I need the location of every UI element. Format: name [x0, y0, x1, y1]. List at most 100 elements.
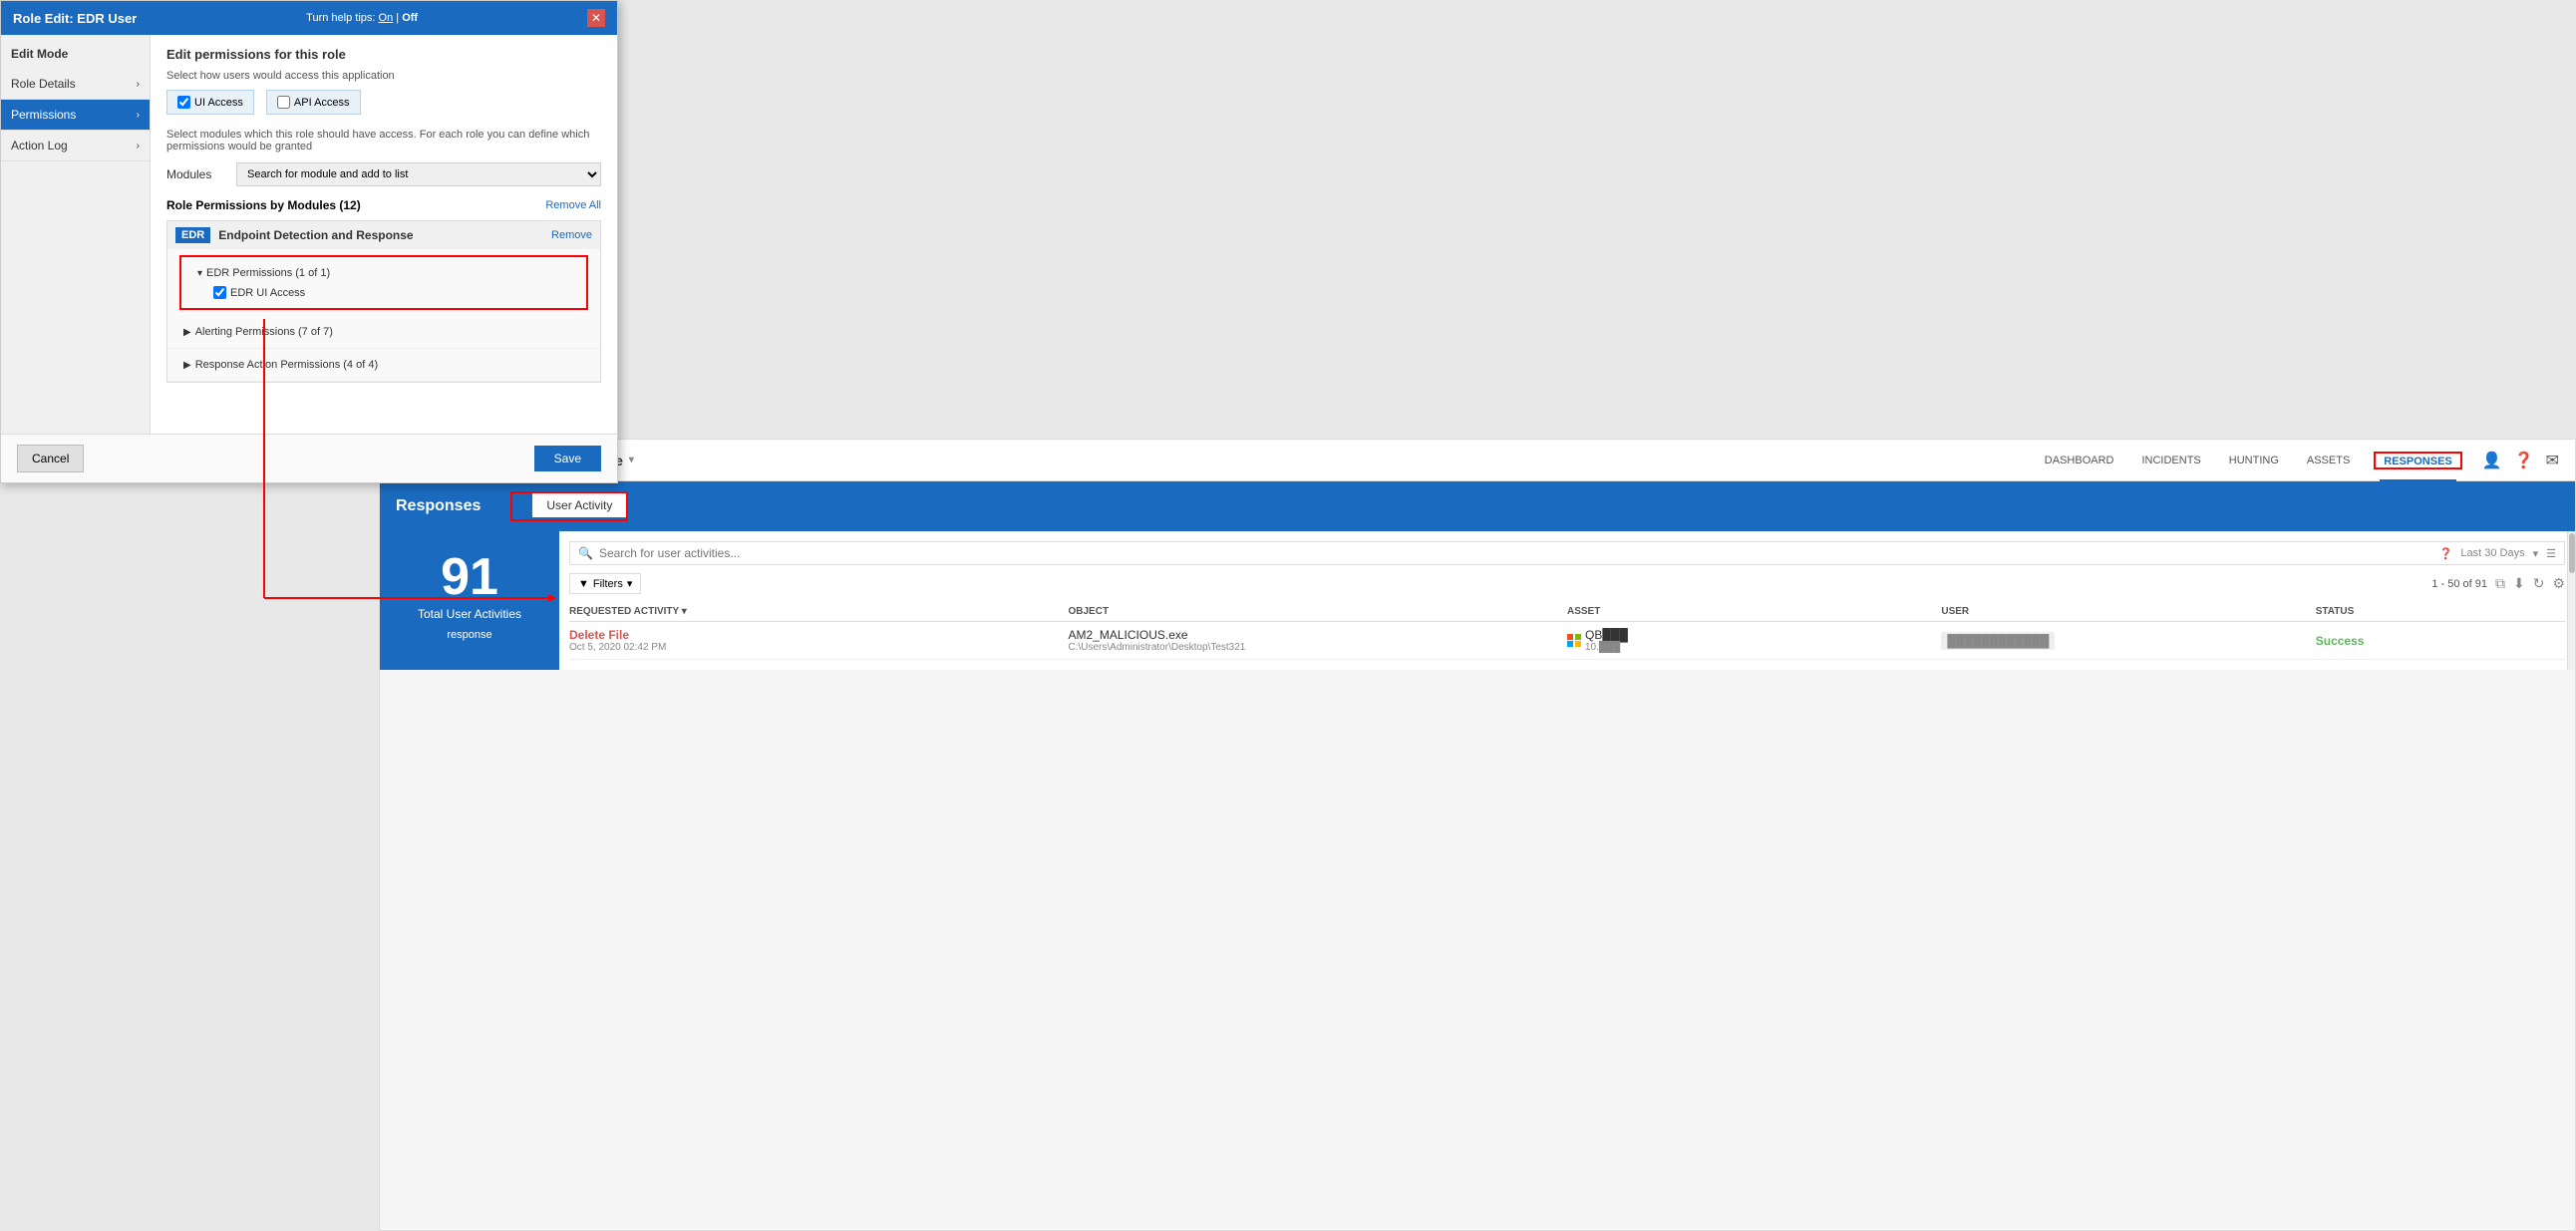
table-row: Delete File Oct 5, 2020 02:42 PM AM2_MAL…	[569, 622, 2565, 660]
brand-dropdown-icon[interactable]: ▾	[629, 455, 634, 465]
search-input[interactable]	[599, 546, 2439, 560]
download-icon[interactable]: ⬇	[2513, 575, 2525, 592]
response-group-header[interactable]: ▶ Response Action Permissions (4 of 4)	[183, 355, 584, 375]
edr-table-header: REQUESTED ACTIVITY ▾ OBJECT ASSET USER S…	[569, 602, 2565, 622]
edr-nav-tabs: DASHBOARD INCIDENTS HUNTING ASSETS RESPO…	[2041, 443, 2462, 478]
settings-icon[interactable]: ⚙	[2552, 575, 2565, 592]
help-icon[interactable]: ❓	[2514, 451, 2534, 470]
activity-date: Oct 5, 2020 02:42 PM	[569, 642, 1069, 653]
modal-content: Edit permissions for this role Select ho…	[151, 35, 617, 434]
role-edit-modal: Role Edit: EDR User Turn help tips: On |…	[0, 0, 618, 483]
total-activities-label: Total User Activities	[418, 607, 521, 621]
last-days-dropdown[interactable]: ▾	[2533, 547, 2539, 560]
chevron-right-icon: ›	[137, 110, 140, 121]
sidebar-item-permissions[interactable]: Permissions ›	[1, 100, 150, 131]
remove-module-button[interactable]: Remove	[551, 229, 592, 241]
role-permissions-label: Role Permissions by Modules (12)	[166, 198, 361, 212]
pagination-controls: 1 - 50 of 91 ⧉ ⬇ ↻ ⚙	[2431, 575, 2565, 592]
scrollbar-thumb[interactable]	[2569, 533, 2575, 573]
responses-tab-highlight: RESPONSES	[2374, 452, 2461, 469]
object-path: C:\Users\Administrator\Desktop\Test321	[1069, 642, 1568, 653]
modules-select[interactable]: Search for module and add to list	[236, 162, 601, 186]
access-options: UI Access API Access	[166, 90, 601, 115]
chevron-right-icon: ›	[137, 79, 140, 90]
edr-ui-access-item: EDR UI Access	[197, 283, 570, 302]
tab-hunting[interactable]: HUNTING	[2225, 443, 2283, 478]
sidebar-item-action-log[interactable]: Action Log ›	[1, 131, 150, 161]
role-permissions-header: Role Permissions by Modules (12) Remove …	[166, 198, 601, 212]
sidebar-item-role-details[interactable]: Role Details ›	[1, 69, 150, 100]
user-activity-tab-wrapper: User Activity	[510, 491, 628, 521]
status-value: Success	[2316, 634, 2365, 648]
close-modal-button[interactable]: ✕	[587, 9, 605, 27]
user-cell: ████████████	[1941, 634, 2315, 648]
edr-filters-row: ▼ Filters ▾ 1 - 50 of 91 ⧉ ⬇ ↻ ⚙	[569, 573, 2565, 594]
edit-mode-label: Edit Mode	[1, 35, 150, 69]
mail-icon[interactable]: ✉	[2546, 451, 2559, 470]
modules-sub-label: Select modules which this role should ha…	[166, 129, 601, 153]
edr-left-panel: 91 Total User Activities response	[380, 531, 559, 670]
tab-dashboard[interactable]: DASHBOARD	[2041, 443, 2118, 478]
refresh-icon[interactable]: ↻	[2533, 575, 2545, 592]
modal-sidebar: Edit Mode Role Details › Permissions › A…	[1, 35, 151, 434]
save-button[interactable]: Save	[534, 446, 601, 471]
total-activities-number: 91	[441, 551, 498, 603]
user-icon[interactable]: 👤	[2482, 451, 2502, 470]
edr-permissions-highlight-box: ▾ EDR Permissions (1 of 1) EDR UI Access	[179, 255, 588, 310]
expand-icon: ▾	[197, 268, 202, 279]
help-icon[interactable]: ❓	[2439, 547, 2453, 560]
api-access-checkbox[interactable]	[277, 96, 290, 109]
edr-search-bar: 🔍 ❓ Last 30 Days ▾ ☰	[569, 541, 2565, 565]
modal-body: Edit Mode Role Details › Permissions › A…	[1, 35, 617, 434]
api-access-option[interactable]: API Access	[266, 90, 361, 115]
help-tips-text: Turn help tips: On | Off	[306, 12, 418, 24]
user-activity-tab[interactable]: User Activity	[532, 493, 626, 519]
activity-cell: Delete File Oct 5, 2020 02:42 PM	[569, 628, 1069, 653]
tab-incidents[interactable]: INCIDENTS	[2137, 443, 2204, 478]
modules-row: Modules Search for module and add to lis…	[166, 162, 601, 186]
edr-content: Responses User Activity 91 Total User Ac…	[380, 481, 2575, 670]
pagination-info: 1 - 50 of 91	[2431, 578, 2487, 590]
filter-icon: ▼	[578, 578, 589, 590]
response-sub-label: response	[447, 629, 491, 641]
expand-icon: ▶	[183, 327, 191, 338]
more-options-icon[interactable]: ☰	[2546, 547, 2556, 560]
expand-icon: ▶	[183, 360, 191, 371]
access-sub-label: Select how users would access this appli…	[166, 70, 601, 82]
modules-label: Modules	[166, 167, 226, 181]
cancel-button[interactable]: Cancel	[17, 445, 84, 472]
user-value: ████████████	[1941, 632, 2055, 650]
activity-name[interactable]: Delete File	[569, 628, 1069, 642]
last-days-label: Last 30 Days	[2460, 547, 2524, 559]
status-cell: Success	[2316, 634, 2565, 648]
remove-all-button[interactable]: Remove All	[545, 199, 601, 211]
tab-assets[interactable]: ASSETS	[2303, 443, 2354, 478]
filter-dropdown-icon: ▾	[627, 577, 633, 590]
search-right-icons: ❓ Last 30 Days ▾ ☰	[2439, 547, 2556, 560]
search-icon: 🔍	[578, 546, 593, 560]
asset-cell: QB███ 10.███	[1567, 628, 1941, 653]
edr-permission-module: EDR Endpoint Detection and Response Remo…	[166, 220, 601, 383]
object-cell: AM2_MALICIOUS.exe C:\Users\Administrator…	[1069, 628, 1568, 653]
modal-footer: Cancel Save	[1, 434, 617, 482]
edr-badge: EDR	[175, 227, 210, 243]
object-name: AM2_MALICIOUS.exe	[1069, 628, 1568, 642]
response-permissions-group: ▶ Response Action Permissions (4 of 4)	[167, 349, 600, 382]
chevron-right-icon: ›	[137, 141, 140, 152]
filters-button[interactable]: ▼ Filters ▾	[569, 573, 641, 594]
ui-access-checkbox[interactable]	[177, 96, 190, 109]
responses-title: Responses	[396, 497, 481, 515]
edr-ui-access-checkbox[interactable]	[213, 286, 226, 299]
edr-header: Responses User Activity	[380, 481, 2575, 531]
edr-permissions-group-header[interactable]: ▾ EDR Permissions (1 of 1)	[197, 263, 570, 283]
tab-responses[interactable]: RESPONSES	[2380, 444, 2455, 481]
edr-body: 91 Total User Activities response 🔍 ❓ La…	[380, 531, 2575, 670]
content-heading: Edit permissions for this role	[166, 47, 601, 62]
edr-page: Endpoint Detection and Response ▾ DASHBO…	[379, 439, 2576, 1231]
alerting-group-header[interactable]: ▶ Alerting Permissions (7 of 7)	[183, 322, 584, 342]
copy-icon[interactable]: ⧉	[2495, 575, 2505, 592]
scrollbar[interactable]	[2567, 531, 2575, 670]
ui-access-option[interactable]: UI Access	[166, 90, 254, 115]
windows-icon	[1567, 634, 1581, 648]
edr-nav: Endpoint Detection and Response ▾ DASHBO…	[380, 440, 2575, 481]
